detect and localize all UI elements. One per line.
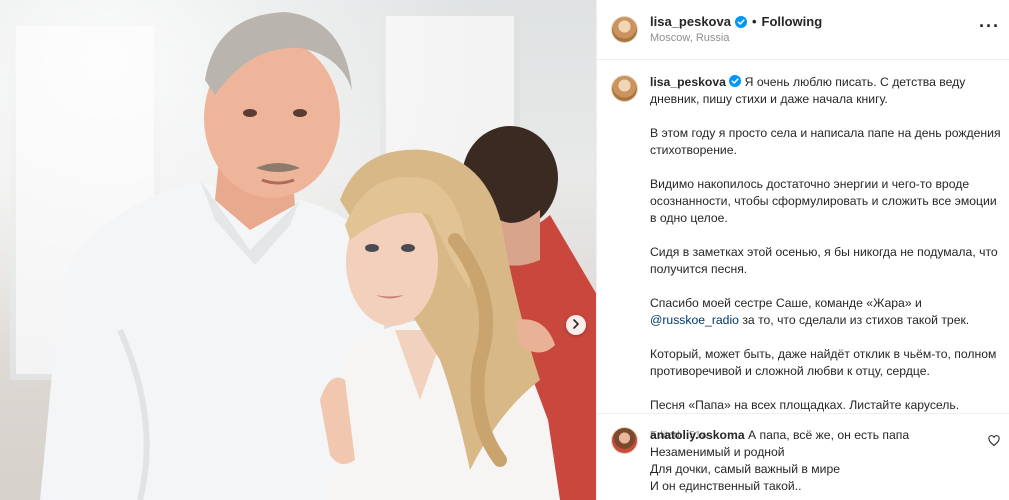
caption-author-avatar[interactable] [611,75,638,102]
carousel-next-button[interactable] [566,315,586,335]
caption-paragraph: Видимо накопилось достаточно энергии и ч… [650,177,997,225]
caption-paragraph: В этом году я просто села и написала пап… [650,126,1001,157]
post-header: lisa_peskova • Following Moscow, Russia … [597,0,1009,60]
comment-line: А папа, всё же, он есть папа [748,428,910,442]
post-caption: lisa_peskova Я очень люблю писать. С дет… [611,74,1006,444]
comment-item: anatoliy.oskoma А папа, всё же, он есть … [611,427,1006,495]
man-eye-left [243,109,257,117]
post-location[interactable]: Moscow, Russia [650,32,822,46]
author-username[interactable]: lisa_peskova [650,14,731,30]
following-button[interactable]: Following [762,14,823,30]
instagram-post-view: lisa_peskova • Following Moscow, Russia … [0,0,1009,500]
man-eye-right [293,109,307,117]
separator-dot: • [751,13,757,29]
caption-paragraph: lisa_peskova Я очень люблю писать. С дет… [650,75,966,106]
comment-line: Незаменимый и родной [650,445,785,459]
verified-badge-icon [734,15,747,28]
heart-icon[interactable] [988,434,1000,447]
woman-eye-left [365,244,379,252]
verified-badge-icon [729,75,742,87]
comment-line: И он единственный такой.. [650,479,802,493]
more-options-icon[interactable]: ··· [979,16,1000,37]
caption-paragraph: Сидя в заметках этой осенью, я бы никогд… [650,245,998,276]
photo-illustration [40,12,596,500]
comment-line: Для дочки, самый важный в мире [650,462,840,476]
woman-eye-right [401,244,415,252]
caption-username[interactable]: lisa_peskova [650,75,726,89]
caption-paragraph: Спасибо моей сестре Саше, команде «Жара»… [650,296,970,327]
caption-paragraph: Песня «Папа» на всех площадках. Листайте… [650,398,960,412]
divider [597,413,1009,414]
author-avatar[interactable] [611,16,638,43]
post-details-panel: lisa_peskova • Following Moscow, Russia … [596,0,1009,500]
commenter-username[interactable]: anatoliy.oskoma [650,428,745,442]
caption-paragraph: Который, может быть, даже найдёт отклик … [650,347,997,378]
commenter-avatar[interactable] [611,427,638,454]
chevron-right-icon [572,316,580,334]
post-photo[interactable] [0,0,596,500]
mention-link[interactable]: @russkoe_radio [650,313,739,327]
